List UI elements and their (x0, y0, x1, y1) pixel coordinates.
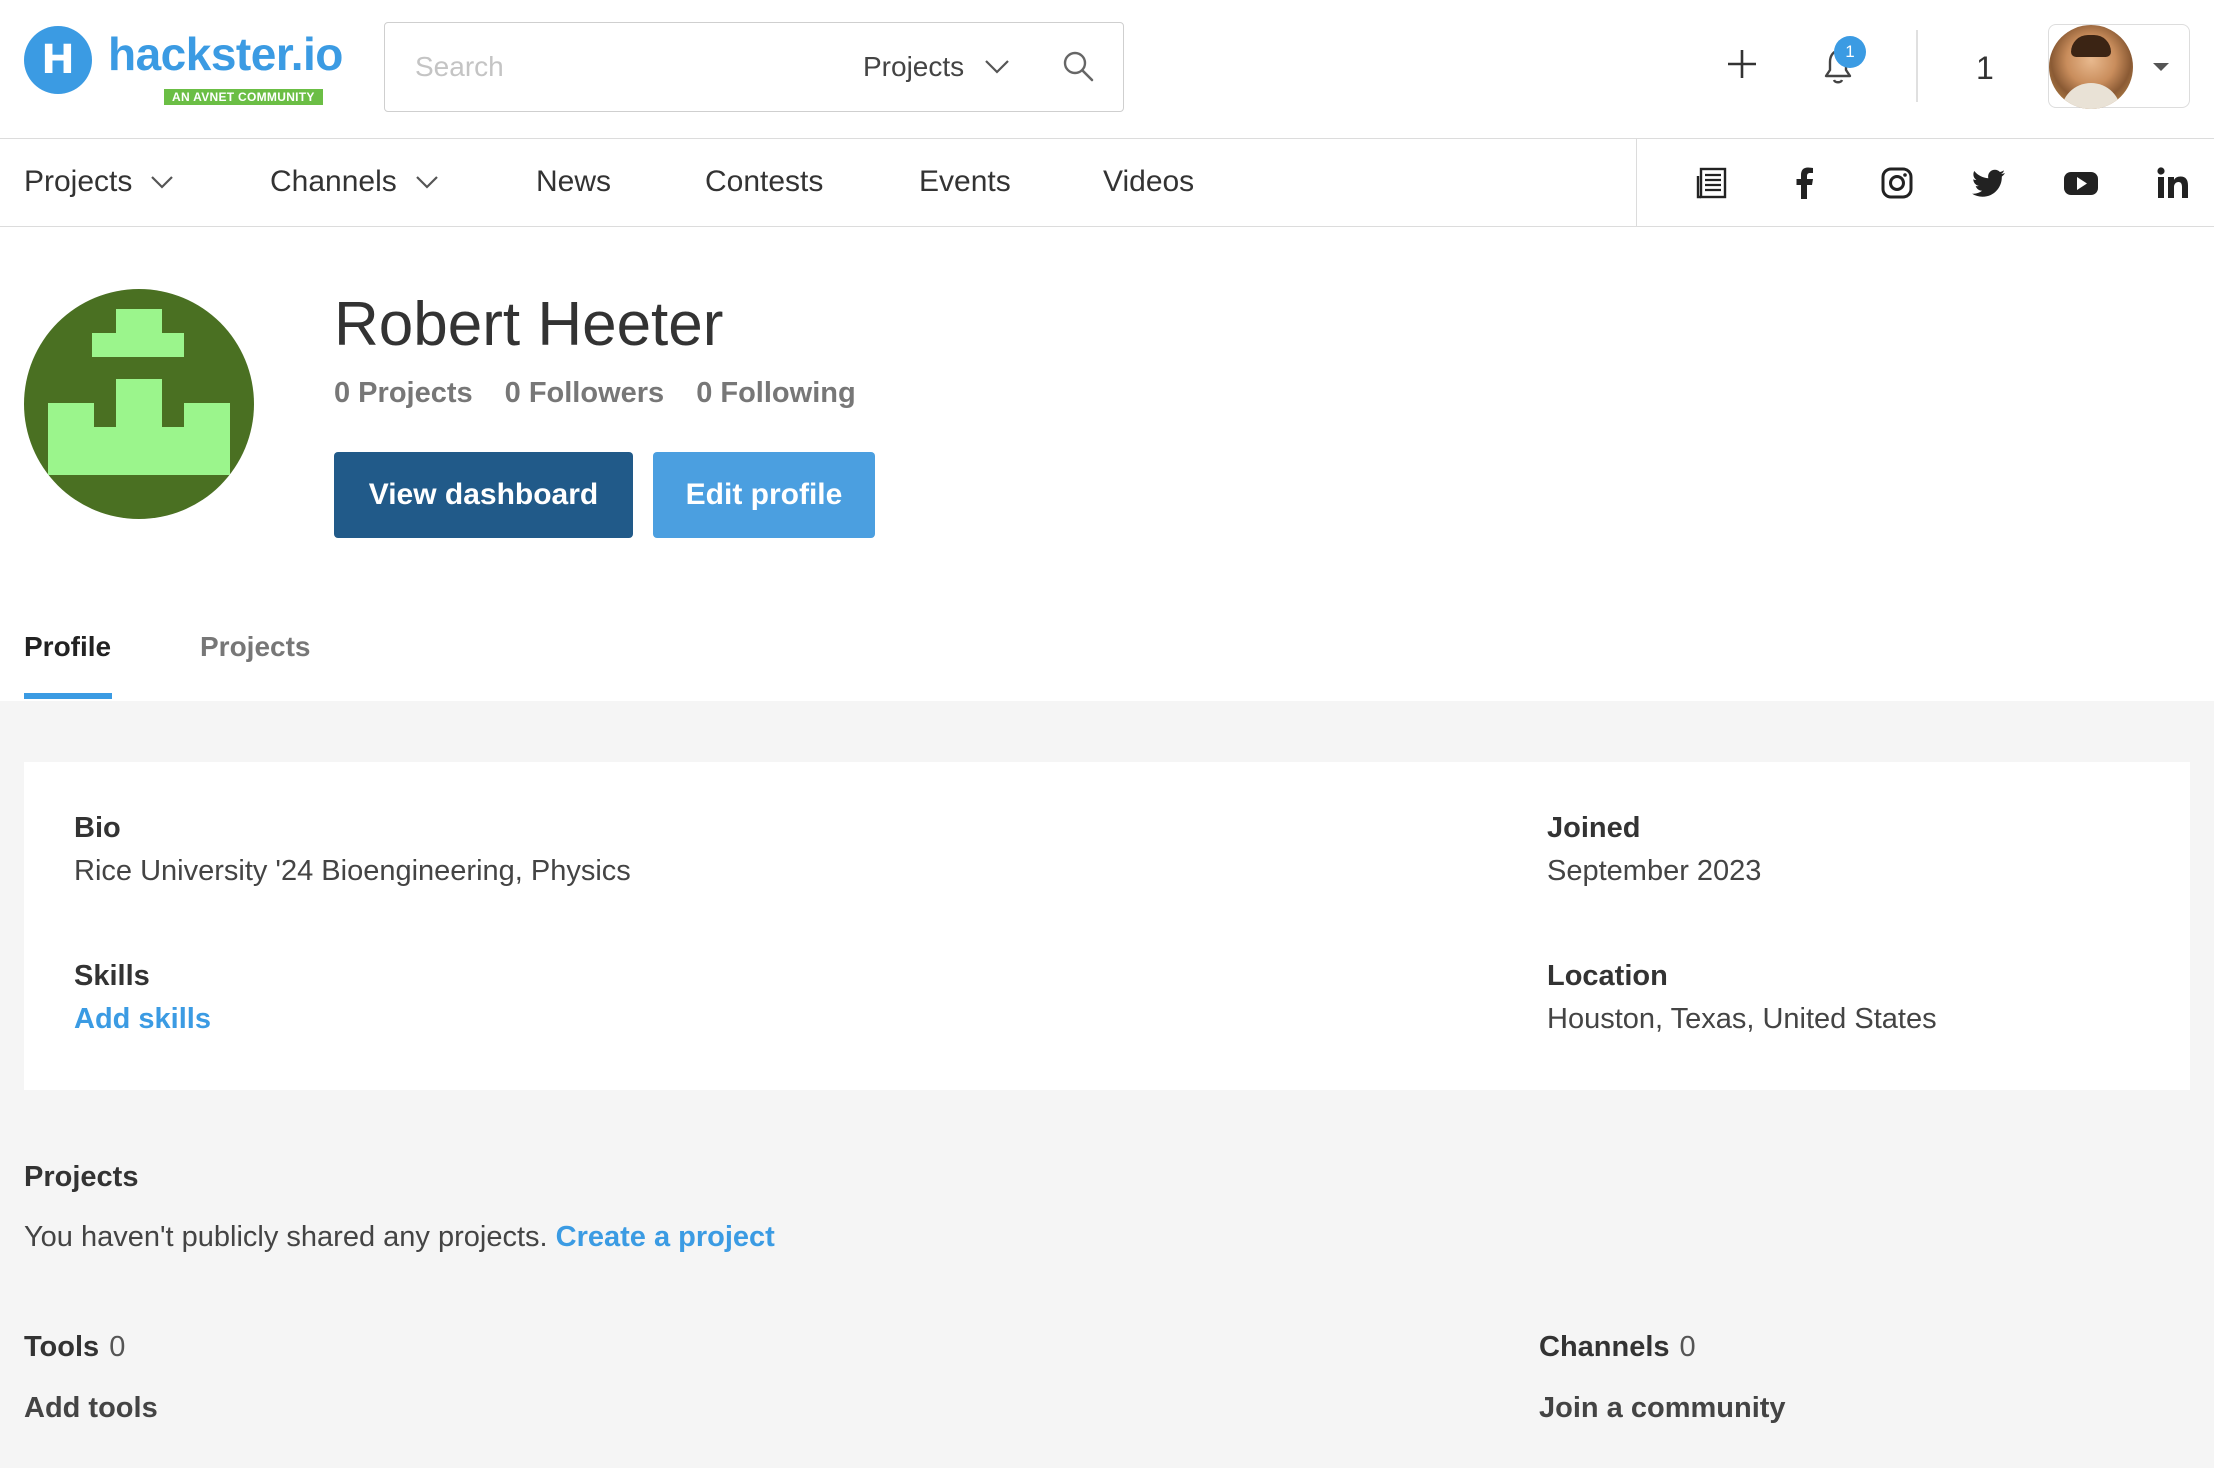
identicon-image (48, 309, 230, 475)
nav-divider (1636, 139, 1637, 227)
skills-label: Skills (74, 960, 150, 992)
notification-badge: 1 (1834, 36, 1866, 68)
tab-profile[interactable]: Profile (24, 631, 111, 663)
projects-empty-message: You haven't publicly shared any projects… (24, 1221, 775, 1254)
following-count[interactable]: 0 Following (696, 377, 856, 410)
hackster-logo-icon: H (24, 26, 92, 94)
search-scope-dropdown[interactable]: Projects (863, 51, 1010, 83)
youtube-link[interactable] (2063, 165, 2099, 201)
projects-section-title: Projects (24, 1161, 139, 1193)
nav-events[interactable]: Events (919, 165, 1011, 199)
youtube-icon (2064, 172, 2098, 195)
hackster-logo[interactable]: H hackster.io AN AVNET COMMUNITY (24, 26, 343, 105)
user-menu-button[interactable] (2048, 24, 2190, 109)
create-button[interactable] (1724, 46, 1760, 87)
search-button[interactable] (1061, 49, 1095, 88)
nav-news[interactable]: News (536, 165, 611, 199)
tools-heading: Tools 0 (24, 1331, 125, 1364)
newsletter-link[interactable] (1695, 165, 1731, 201)
channels-count: 0 (1679, 1331, 1696, 1363)
profile-avatar (24, 289, 254, 519)
projects-count[interactable]: 0 Projects (334, 377, 473, 410)
nav-contests[interactable]: Contests (705, 165, 823, 199)
add-skills-link[interactable]: Add skills (74, 1003, 211, 1036)
joined-label: Joined (1547, 812, 1641, 844)
linkedin-icon (2157, 167, 2188, 198)
instagram-icon (1881, 167, 1913, 199)
channels-heading: Channels 0 (1539, 1331, 1696, 1364)
nav-projects[interactable]: Projects (24, 165, 174, 199)
chevron-down-icon (151, 176, 174, 189)
view-dashboard-button[interactable]: View dashboard (334, 452, 633, 538)
search-input[interactable] (415, 47, 815, 87)
location-text: Houston, Texas, United States (1547, 1003, 1937, 1035)
caret-down-icon (2153, 63, 2169, 71)
logo-tagline: AN AVNET COMMUNITY (164, 89, 323, 105)
join-community-link[interactable]: Join a community (1539, 1392, 1786, 1425)
tools-title: Tools (24, 1331, 100, 1363)
instagram-link[interactable] (1879, 165, 1915, 201)
nav-projects-label: Projects (24, 165, 133, 198)
projects-empty-text: You haven't publicly shared any projects… (24, 1221, 548, 1253)
nav-channels[interactable]: Channels (270, 165, 439, 199)
search-icon (1063, 51, 1094, 82)
linkedin-link[interactable] (2155, 165, 2191, 201)
main-nav: Projects Channels News Contests Events V… (0, 139, 2214, 227)
twitter-icon (1972, 169, 2005, 197)
twitter-link[interactable] (1971, 165, 2007, 201)
bio-text: Rice University '24 Bioengineering, Phys… (74, 855, 631, 887)
create-project-link[interactable]: Create a project (556, 1221, 775, 1253)
followers-count[interactable]: 0 Followers (505, 377, 665, 410)
nav-videos[interactable]: Videos (1103, 165, 1194, 199)
facebook-link[interactable] (1787, 165, 1823, 201)
logo-text: hackster.io AN AVNET COMMUNITY (108, 26, 343, 105)
user-avatar (2049, 25, 2133, 109)
add-tools-link[interactable]: Add tools (24, 1392, 158, 1425)
tools-count: 0 (109, 1331, 126, 1363)
joined-date: September 2023 (1547, 855, 1762, 887)
nav-channels-label: Channels (270, 165, 397, 198)
facebook-icon (1796, 167, 1813, 199)
search-bar: Projects (384, 22, 1124, 112)
profile-header: Robert Heeter 0 Projects 0 Followers 0 F… (0, 227, 2214, 701)
location-label: Location (1547, 960, 1668, 992)
header-counter[interactable]: 1 (1976, 50, 1994, 87)
search-scope-label: Projects (863, 51, 965, 82)
bio-label: Bio (74, 812, 121, 844)
logo-wordmark: hackster.io (108, 28, 343, 80)
tab-projects[interactable]: Projects (200, 631, 311, 663)
active-tab-indicator (24, 693, 112, 699)
profile-name: Robert Heeter (334, 290, 724, 359)
edit-profile-button[interactable]: Edit profile (653, 452, 875, 538)
newsletter-icon (1696, 167, 1727, 199)
profile-stats: 0 Projects 0 Followers 0 Following (334, 377, 856, 410)
profile-info-card: Bio Rice University '24 Bioengineering, … (24, 762, 2190, 1090)
chevron-down-icon (985, 60, 1009, 74)
plus-icon (1728, 50, 1756, 78)
chevron-down-icon (415, 176, 438, 189)
top-bar: H hackster.io AN AVNET COMMUNITY Project… (0, 0, 2214, 139)
channels-title: Channels (1539, 1331, 1670, 1363)
header-divider (1916, 30, 1918, 102)
